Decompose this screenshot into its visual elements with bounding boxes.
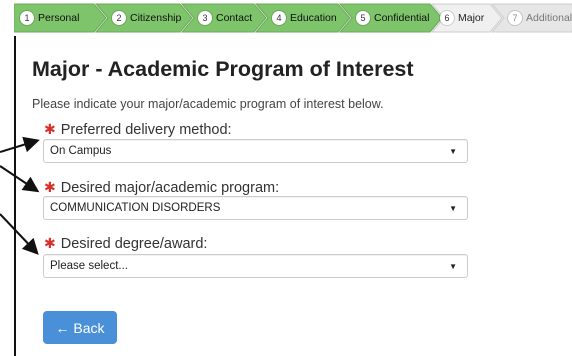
annotation-arrows [0,136,40,255]
arrow-to-delivery-icon [0,136,40,153]
arrow-to-major-icon [0,165,40,193]
arrow-to-degree-icon [0,213,39,255]
